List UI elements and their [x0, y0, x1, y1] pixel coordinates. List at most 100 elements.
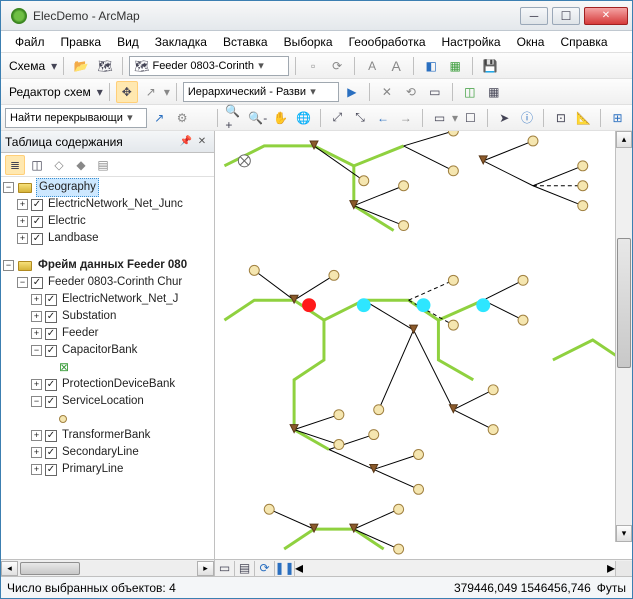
- checkbox[interactable]: ✓: [45, 396, 57, 408]
- tree-label[interactable]: Landbase: [46, 230, 101, 247]
- edit-vertices-tool[interactable]: ↗: [140, 81, 162, 103]
- tree-layer-row[interactable]: + ✓ Electric: [3, 213, 214, 230]
- close-button[interactable]: ✕: [584, 7, 628, 25]
- tree-label[interactable]: ElectricNetwork_Net_Junc: [46, 196, 185, 213]
- more-button[interactable]: ▦: [483, 81, 505, 103]
- tree-layer-row[interactable]: +✓TransformerBank: [3, 427, 214, 444]
- pause-button[interactable]: ❚❚: [275, 561, 295, 576]
- find-button[interactable]: ⊡: [550, 107, 571, 129]
- chevron-down-icon[interactable]: ▾: [452, 111, 458, 125]
- scroll-left-icon[interactable]: ◂: [1, 561, 18, 576]
- expand-icon[interactable]: +: [31, 447, 42, 458]
- list-by-drawing-order[interactable]: ≣: [5, 155, 25, 175]
- tree-label[interactable]: Feeder 0803-Corinth Chur: [46, 274, 184, 291]
- tree-layer-row[interactable]: −✓CapacitorBank: [3, 342, 214, 359]
- menu-bookmark[interactable]: Закладка: [147, 33, 215, 51]
- tree-layer-row[interactable]: −✓ServiceLocation: [3, 393, 214, 410]
- next-extent[interactable]: →: [395, 107, 416, 129]
- scroll-right-icon[interactable]: ▸: [197, 561, 214, 576]
- expand-icon[interactable]: +: [17, 199, 28, 210]
- rotate-button[interactable]: ⟲: [400, 81, 422, 103]
- map-scrollbar-h[interactable]: ▭ ▤ ⟳ ❚❚ ◂ ▸: [215, 559, 632, 576]
- tree-label[interactable]: Feeder: [60, 325, 100, 342]
- list-by-visibility[interactable]: ◇: [49, 155, 69, 175]
- scroll-up-icon[interactable]: ▴: [616, 131, 632, 148]
- schematic-selector[interactable]: 🗺 Feeder 0803-Corinth ▾: [129, 56, 289, 76]
- new-schematic-button[interactable]: 🗺: [94, 55, 116, 77]
- tree-label[interactable]: Electric: [46, 213, 88, 230]
- toc-tree[interactable]: − Geography + ✓ ElectricNetwork_Net_Junc…: [1, 177, 214, 559]
- scroll-down-icon[interactable]: ▾: [616, 525, 632, 542]
- tree-layer-row[interactable]: + ✓ ElectricNetwork_Net_Junc: [3, 196, 214, 213]
- goto-xy-button[interactable]: ⊞: [607, 107, 628, 129]
- layer-save-button[interactable]: ▦: [444, 55, 466, 77]
- move-tool[interactable]: ✥: [116, 81, 138, 103]
- chevron-down-icon[interactable]: ▾: [97, 85, 103, 99]
- tree-label[interactable]: Фрейм данных Feeder 080: [36, 257, 189, 274]
- measure-button[interactable]: 📐: [573, 107, 594, 129]
- checkbox[interactable]: ✓: [45, 464, 57, 476]
- checkbox[interactable]: ✓: [45, 345, 57, 357]
- full-extent-button[interactable]: 🌐: [293, 107, 314, 129]
- expand-icon[interactable]: +: [31, 328, 42, 339]
- checkbox[interactable]: ✓: [45, 430, 57, 442]
- zoom-out-button[interactable]: 🔍-: [247, 107, 268, 129]
- scroll-left-icon[interactable]: ◂: [295, 558, 303, 578]
- fixed-zoom-in[interactable]: ⤢: [327, 107, 348, 129]
- collapse-icon[interactable]: −: [3, 182, 14, 193]
- tree-layer-row[interactable]: +✓Substation: [3, 308, 214, 325]
- expand-icon[interactable]: +: [31, 311, 42, 322]
- checkbox[interactable]: ✓: [31, 199, 43, 211]
- checkbox[interactable]: ✓: [45, 294, 57, 306]
- checkbox[interactable]: ✓: [45, 379, 57, 391]
- propagate-button[interactable]: ▫: [302, 55, 324, 77]
- expand-icon[interactable]: +: [17, 233, 28, 244]
- checkbox[interactable]: ✓: [45, 447, 57, 459]
- tree-layer-row[interactable]: +✓ProtectionDeviceBank: [3, 376, 214, 393]
- menu-geoproc[interactable]: Геообработка: [341, 33, 434, 51]
- chevron-down-icon[interactable]: ▾: [164, 85, 170, 99]
- expand-icon[interactable]: +: [31, 430, 42, 441]
- menu-windows[interactable]: Окна: [509, 33, 553, 51]
- find-tool[interactable]: ↗: [149, 107, 170, 129]
- menu-selection[interactable]: Выборка: [276, 33, 341, 51]
- tree-label[interactable]: CapacitorBank: [60, 342, 139, 359]
- select-tool[interactable]: ▭: [424, 81, 446, 103]
- data-view-button[interactable]: ▭: [215, 561, 235, 576]
- refresh-button[interactable]: ⟳: [255, 561, 275, 576]
- collapse-icon[interactable]: −: [3, 260, 14, 271]
- tree-label[interactable]: PrimaryLine: [60, 461, 125, 478]
- tree-layer-row[interactable]: +✓Feeder: [3, 325, 214, 342]
- find-overlapping-selector[interactable]: Найти перекрывающи ▾: [5, 108, 147, 128]
- tree-layer-row[interactable]: + ✓ Landbase: [3, 230, 214, 247]
- menu-view[interactable]: Вид: [109, 33, 147, 51]
- tree-label[interactable]: Geography: [36, 178, 99, 197]
- text-small-button[interactable]: A: [361, 55, 383, 77]
- maximize-button[interactable]: ☐: [552, 7, 580, 25]
- align-button[interactable]: ✕: [376, 81, 398, 103]
- tree-label[interactable]: ElectricNetwork_Net_J: [60, 291, 180, 308]
- scroll-right-icon[interactable]: ▸: [607, 558, 615, 578]
- tree-layer-row[interactable]: +✓PrimaryLine: [3, 461, 214, 478]
- tree-label[interactable]: Substation: [60, 308, 118, 325]
- menu-customize[interactable]: Настройка: [434, 33, 509, 51]
- close-icon[interactable]: ✕: [194, 134, 210, 150]
- menu-file[interactable]: Файл: [7, 33, 53, 51]
- chevron-down-icon[interactable]: ▾: [51, 59, 57, 73]
- tree-dataframe-row[interactable]: − Фрейм данных Feeder 080: [3, 257, 214, 274]
- text-large-button[interactable]: A: [385, 55, 407, 77]
- layout-algorithm-selector[interactable]: Иерархический - Разви ▾: [183, 82, 339, 102]
- map-canvas[interactable]: ▴ ▾: [215, 131, 632, 559]
- list-by-source[interactable]: ◫: [27, 155, 47, 175]
- save-edits-button[interactable]: 💾: [479, 55, 501, 77]
- menu-edit[interactable]: Правка: [53, 33, 110, 51]
- collapse-icon[interactable]: −: [31, 396, 42, 407]
- expand-icon[interactable]: +: [31, 294, 42, 305]
- pin-icon[interactable]: 📌: [178, 134, 194, 150]
- zoom-in-button[interactable]: 🔍+: [224, 107, 245, 129]
- tree-label[interactable]: SecondaryLine: [60, 444, 141, 461]
- clear-selection[interactable]: ☐: [460, 107, 481, 129]
- checkbox[interactable]: ✓: [45, 311, 57, 323]
- checkbox[interactable]: ✓: [45, 328, 57, 340]
- update-button[interactable]: ⟳: [326, 55, 348, 77]
